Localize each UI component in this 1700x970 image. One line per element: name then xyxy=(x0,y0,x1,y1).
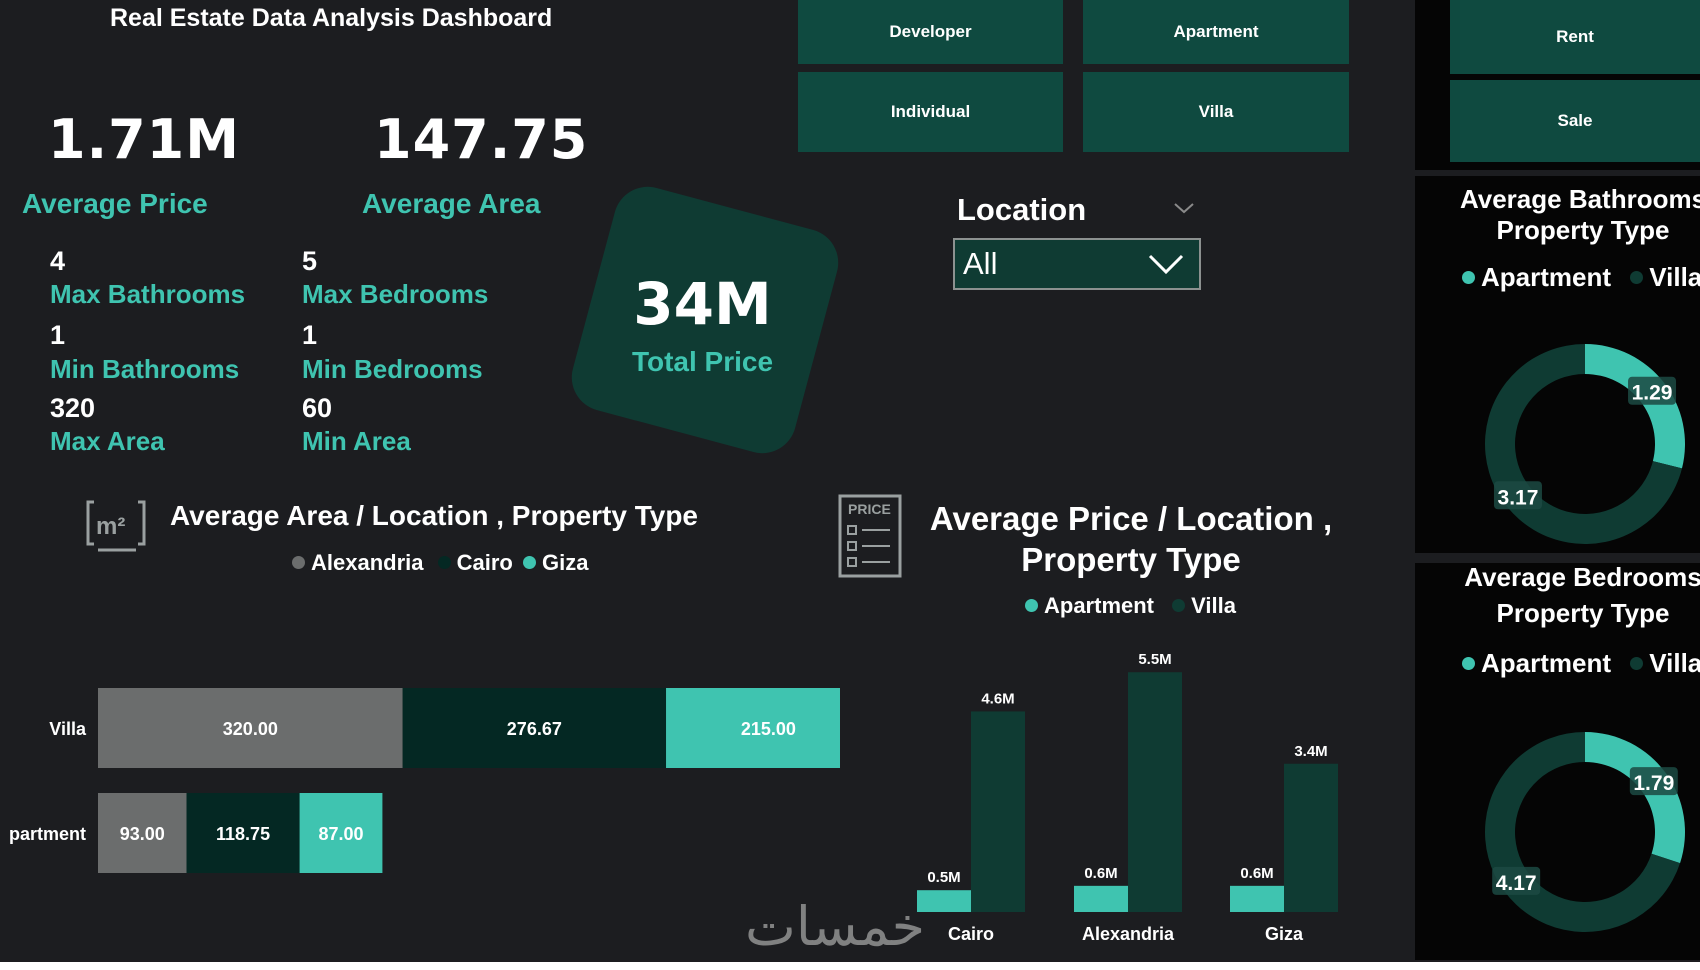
avg-area-legend: Alexandria Cairo Giza xyxy=(292,550,588,576)
alexandria-legend-dot xyxy=(292,555,305,569)
svg-text:m²: m² xyxy=(96,513,125,540)
slicer-developer[interactable]: Developer xyxy=(798,0,1063,64)
data-label: 0.5M xyxy=(927,869,960,886)
min-bathrooms-value: 1 xyxy=(50,320,66,350)
avg-price-label: Average Price xyxy=(22,188,208,219)
avg-bathrooms-legend: Apartment Villa xyxy=(1462,262,1700,293)
max-bathrooms-value: 4 xyxy=(50,246,66,276)
slice-apartment[interactable] xyxy=(1585,344,1685,469)
cairo-legend-dot xyxy=(437,555,451,569)
avg-area-value: 147.75 xyxy=(374,108,589,171)
svg-text:1.29: 1.29 xyxy=(1632,382,1673,405)
slice-label: 3.17 xyxy=(1493,481,1542,510)
location-filter-label: Location xyxy=(957,192,1087,227)
slice-label: 1.79 xyxy=(1629,767,1678,796)
villa-legend-dot xyxy=(1630,270,1644,284)
svg-text:PRICE: PRICE xyxy=(848,501,891,517)
data-label: 87.00 xyxy=(318,824,363,844)
data-label: 320.00 xyxy=(223,719,278,739)
chevron-down-icon[interactable] xyxy=(1172,196,1196,220)
category-label: Giza xyxy=(1265,924,1304,944)
max-bedrooms-value: 5 xyxy=(302,246,318,276)
total-price-label: Total Price xyxy=(631,346,774,377)
data-label: 118.75 xyxy=(216,824,270,844)
avg-area-chart-title: Average Area / Location , Property Type xyxy=(170,500,699,531)
category-label: partment xyxy=(9,824,86,844)
slicer-villa[interactable]: Villa xyxy=(1083,72,1349,152)
avg-price-legend: Apartment Villa xyxy=(1025,593,1236,619)
min-bedrooms-label: Min Bedrooms xyxy=(302,354,483,384)
data-label: 0.6M xyxy=(1240,865,1273,882)
watermark: خمسات xyxy=(745,895,926,958)
dropdown-arrow-icon xyxy=(1148,254,1184,275)
slicer-apartment[interactable]: Apartment xyxy=(1083,0,1349,64)
bar-villa-alexandria[interactable] xyxy=(1128,672,1182,912)
svg-text:3.17: 3.17 xyxy=(1498,486,1539,509)
avg-bathrooms-title: Average Bathrooms Property Type xyxy=(1459,184,1700,245)
area-m2-icon: m² xyxy=(86,500,146,552)
avg-bedrooms-donut: 1.79 4.17 xyxy=(1485,732,1685,932)
bottom-border xyxy=(0,962,1700,970)
apartment-legend-dot xyxy=(1462,656,1475,670)
slicer-rent[interactable]: Rent xyxy=(1450,0,1700,74)
avg-bathrooms-donut: 1.29 3.17 xyxy=(1485,344,1685,544)
category-label: Villa xyxy=(49,719,87,739)
bar-apartment-giza[interactable] xyxy=(1230,885,1284,912)
min-area-label: Min Area xyxy=(302,426,411,456)
location-selected-value: All xyxy=(963,246,998,281)
villa-legend-dot xyxy=(1630,656,1644,670)
bar-apartment-cairo[interactable] xyxy=(917,890,971,912)
category-label: Cairo xyxy=(948,924,994,944)
bar-villa-cairo[interactable] xyxy=(971,711,1025,912)
slicer-sale[interactable]: Sale xyxy=(1450,80,1700,162)
avg-price-chart-title: Average Price / Location , Property Type xyxy=(929,500,1333,578)
svg-text:1.79: 1.79 xyxy=(1633,772,1674,795)
data-label: 93.00 xyxy=(120,824,165,844)
dashboard-title: Real Estate Data Analysis Dashboard xyxy=(110,4,553,32)
avg-area-label: Average Area xyxy=(362,188,541,219)
villa-legend-dot xyxy=(1172,598,1186,612)
data-label: 3.4M xyxy=(1294,743,1327,760)
avg-area-chart: Villa 320.00 276.67 215.00 partment 93.00 118.… xyxy=(9,688,840,873)
max-area-value: 320 xyxy=(50,393,96,423)
divider xyxy=(1415,170,1700,176)
avg-price-value: 1.71M xyxy=(48,108,240,171)
data-label: 215.00 xyxy=(741,719,796,739)
avg-bedrooms-legend: Apartment Villa xyxy=(1462,648,1700,679)
slicer-individual[interactable]: Individual xyxy=(798,72,1063,152)
data-label: 276.67 xyxy=(507,719,562,739)
data-label: 5.5M xyxy=(1138,651,1171,668)
total-price-value: 34M xyxy=(633,270,772,338)
min-bedrooms-value: 1 xyxy=(302,320,318,350)
avg-bedrooms-title: Average Bedrooms Property Type xyxy=(1464,562,1700,628)
data-label: 0.6M xyxy=(1084,865,1117,882)
apartment-legend-dot xyxy=(1025,598,1038,612)
min-bathrooms-label: Min Bathrooms xyxy=(50,354,240,384)
bar-villa-giza[interactable] xyxy=(1284,763,1338,912)
slice-label: 4.17 xyxy=(1492,866,1541,895)
giza-legend-dot xyxy=(523,555,536,569)
slice-label: 1.29 xyxy=(1628,376,1677,405)
category-label: Alexandria xyxy=(1082,924,1175,944)
max-area-label: Max Area xyxy=(50,426,165,456)
avg-price-chart: 0.5M 4.6M Cairo 0.6M 5.5M Alexandria 0.6M 3.4M G… xyxy=(917,651,1338,944)
apartment-legend-dot xyxy=(1462,270,1475,284)
price-tag-icon: PRICE xyxy=(838,494,902,578)
max-bedrooms-label: Max Bedrooms xyxy=(302,279,489,309)
min-area-value: 60 xyxy=(302,393,333,423)
bar-apartment-alexandria[interactable] xyxy=(1074,885,1128,912)
data-label: 4.6M xyxy=(981,690,1014,707)
slice-apartment[interactable] xyxy=(1585,732,1685,864)
location-select[interactable]: All xyxy=(953,238,1201,290)
max-bathrooms-label: Max Bathrooms xyxy=(50,279,246,309)
svg-text:4.17: 4.17 xyxy=(1496,872,1537,895)
